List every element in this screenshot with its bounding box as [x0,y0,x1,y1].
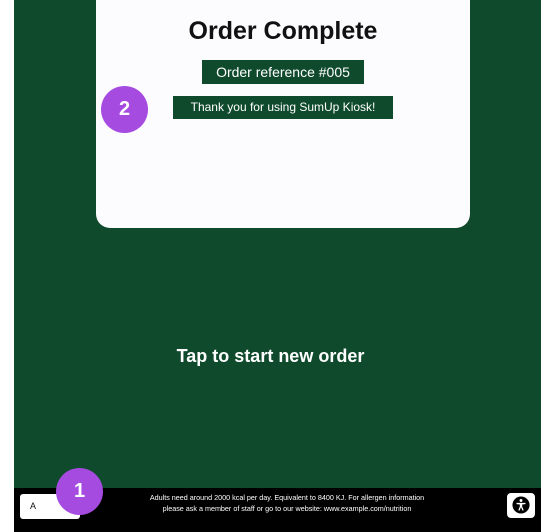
nutrition-line-2: please ask a member of staff or go to ou… [162,504,412,513]
thank-you-message: Thank you for using SumUp Kiosk! [173,96,393,119]
allergen-button-label: A [30,501,37,511]
step-marker-2: 2 [101,86,148,133]
tap-to-start-prompt[interactable]: Tap to start new order [0,346,541,367]
accessibility-icon [512,496,530,514]
order-reference-label: Order reference #005 [202,60,364,84]
step-marker-1: 1 [56,468,103,515]
order-complete-title: Order Complete [188,17,378,45]
accessibility-button[interactable] [507,493,535,518]
nutrition-info: Adults need around 2000 kcal per day. Eq… [109,492,465,514]
nutrition-line-1: Adults need around 2000 kcal per day. Eq… [149,493,425,502]
order-complete-card: Order Complete Order reference #005 Than… [96,0,470,228]
